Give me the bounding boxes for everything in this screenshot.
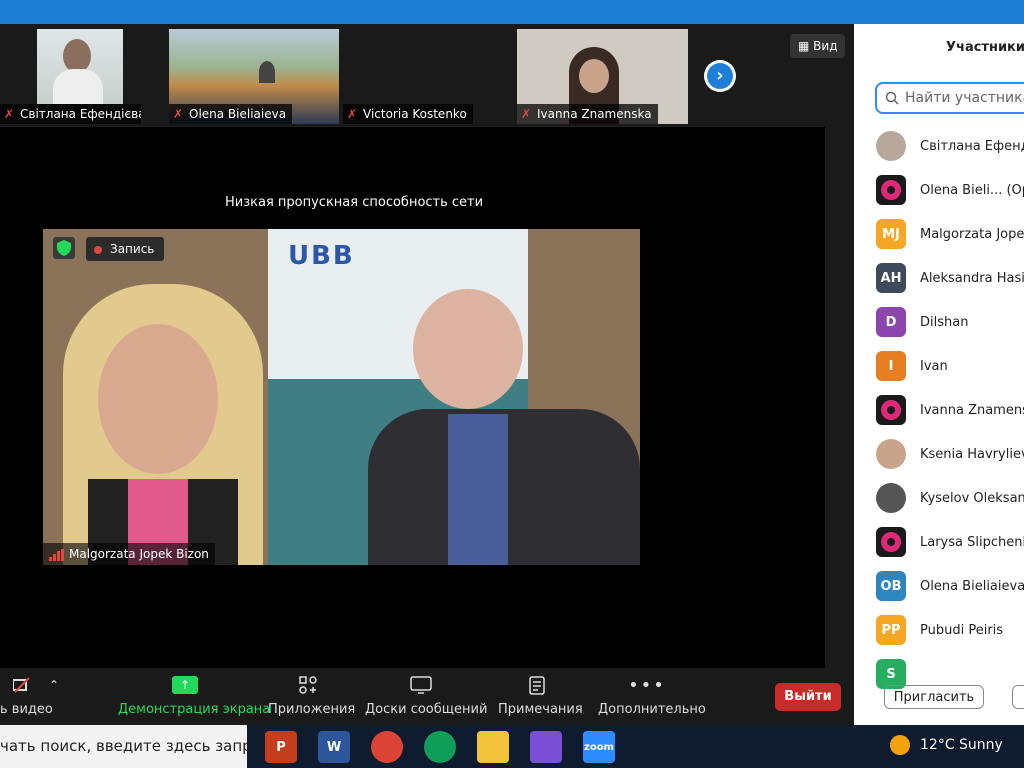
participant-row[interactable]: Kyselov Oleksanc [876, 476, 1024, 520]
windows-taskbar: чать поиск, введите здесь запрос P Wzoom … [0, 725, 1024, 768]
paint-icon[interactable] [530, 731, 562, 763]
participant-row[interactable]: Світлана Ефенді [876, 124, 1024, 168]
participant-name: Kyselov Oleksanc [920, 490, 1024, 506]
bandwidth-notice: Низкая пропускная способность сети [225, 195, 484, 210]
muted-mic-icon: ✗ [521, 107, 532, 121]
chevron-up-icon: ⌃ [48, 678, 60, 692]
powerpoint-icon[interactable]: P [265, 731, 297, 763]
participant-video [37, 29, 123, 104]
participant-name: Ivanna Znamensk [920, 402, 1024, 418]
invite-button[interactable]: Пригласить [884, 685, 984, 709]
video-off-icon [13, 677, 30, 693]
mute-all-button[interactable] [1012, 685, 1024, 709]
video-options-button[interactable]: ⌃ [46, 668, 62, 725]
next-page-button[interactable]: › [704, 60, 736, 92]
avatar: I [876, 351, 906, 381]
participant-row[interactable]: I Ivan [876, 344, 1024, 388]
avatar [876, 395, 906, 425]
zoom-icon[interactable]: zoom [583, 731, 615, 763]
participant-row[interactable]: OB Olena Bieliaieva [876, 564, 1024, 608]
participant-thumbnail[interactable]: ✗ Ivanna Znamenska [517, 29, 688, 124]
participant-search-input[interactable]: Найти участника [875, 82, 1024, 114]
avatar [876, 175, 906, 205]
chrome-icon[interactable] [371, 731, 403, 763]
participant-row[interactable]: D Dilshan [876, 300, 1024, 344]
view-button[interactable]: ▦ Вид [790, 34, 846, 58]
avatar: MJ [876, 219, 906, 249]
participants-title: Участники ( [946, 40, 1024, 55]
participant-thumbnail[interactable]: ✗ Olena Bieliaieva [169, 29, 339, 124]
participant-row[interactable]: MJ Malgorzata Jope [876, 212, 1024, 256]
video-button[interactable]: ь видео [0, 668, 53, 725]
avatar: D [876, 307, 906, 337]
participant-name: Larysa Slipchenko [920, 534, 1024, 550]
participant-list: Світлана Ефенді Olena Bieli... (Op MJ Malgo… [876, 124, 1024, 696]
muted-mic-icon: ✗ [4, 107, 15, 121]
notes-icon [529, 676, 545, 695]
chevron-right-icon: › [707, 63, 733, 89]
share-screen-button[interactable]: ↑ Демонстрация экрана [118, 668, 270, 725]
thumbnail-name: ✗ Victoria Kostenko [343, 104, 473, 124]
participant-name: Dilshan [920, 314, 969, 330]
participant-name: Pubudi Peiris [920, 622, 1004, 638]
sun-icon [890, 735, 910, 755]
participant-row[interactable]: Olena Bieli... (Op [876, 168, 1024, 212]
apps-button[interactable]: Приложения [268, 668, 355, 725]
participant-row[interactable]: Ksenia Havrylieva [876, 432, 1024, 476]
apps-icon [299, 676, 317, 694]
share-screen-icon: ↑ [172, 676, 198, 694]
recording-indicator[interactable]: Запись [86, 237, 165, 261]
record-dot-icon [94, 245, 102, 254]
participants-panel: Участники ( Найти участника Світлана Ефе… [854, 24, 1024, 725]
thumbnail-name: ✗ Ivanna Znamenska [517, 104, 658, 124]
leave-meeting-button[interactable]: Выйти [775, 683, 841, 711]
title-bar [0, 0, 1024, 24]
meeting-area: ✗ Світлана Ефендієва ✗ Olena Bieliaieva ✗ V… [0, 24, 854, 668]
participant-row[interactable]: PP Pubudi Peiris [876, 608, 1024, 652]
file-explorer-icon[interactable] [477, 731, 509, 763]
avatar [876, 527, 906, 557]
participant-row[interactable]: AH Aleksandra Hasic [876, 256, 1024, 300]
more-dots-icon: ••• [628, 674, 666, 696]
participant-row[interactable]: Ivanna Znamensk [876, 388, 1024, 432]
avatar [876, 439, 906, 469]
avatar: AH [876, 263, 906, 293]
participant-thumbnail[interactable]: ✗ Світлана Ефендієва [0, 29, 141, 124]
taskbar-search-input[interactable]: чать поиск, введите здесь запрос [0, 725, 247, 768]
participant-name: Olena Bieliaieva [920, 578, 1024, 594]
main-stage: Низкая пропускная способность сети UBB З… [0, 127, 825, 668]
participant-name: Ksenia Havrylieva [920, 446, 1024, 462]
active-speaker-video[interactable]: UBB Запись Malgorzata Jopek Bizon [43, 229, 640, 565]
participant-row[interactable]: Larysa Slipchenko [876, 520, 1024, 564]
participant-name: Olena Bieli... (Op [920, 182, 1024, 198]
avatar [876, 131, 906, 161]
word-icon[interactable]: W [318, 731, 350, 763]
encryption-shield-icon[interactable] [53, 237, 75, 259]
search-icon [885, 84, 899, 112]
participant-name: Ivan [920, 358, 948, 374]
ubb-banner-logo: UBB [288, 241, 355, 271]
meeting-toolbar: ь видео ⌃ ↑ Демонстрация экрана Приложен… [0, 668, 854, 725]
speaker-name-label: Malgorzata Jopek Bizon [43, 543, 215, 565]
participant-name: Aleksandra Hasic [920, 270, 1024, 286]
whiteboard-icon [410, 676, 432, 694]
muted-mic-icon: ✗ [347, 107, 358, 121]
participant-thumbnail[interactable]: ✗ Victoria Kostenko [343, 29, 513, 124]
chrome-profile-icon[interactable] [424, 731, 456, 763]
thumbnail-name: ✗ Світлана Ефендієва [0, 104, 141, 124]
participant-name: Світлана Ефенді [920, 138, 1024, 154]
more-button[interactable]: ••• Дополнительно [598, 668, 706, 725]
whiteboards-button[interactable]: Доски сообщений [365, 668, 487, 725]
weather-widget[interactable]: 12°C Sunny [890, 735, 1003, 755]
avatar: OB [876, 571, 906, 601]
muted-mic-icon: ✗ [173, 107, 184, 121]
avatar [876, 483, 906, 513]
thumbnail-name: ✗ Olena Bieliaieva [169, 104, 293, 124]
grid-icon: ▦ [798, 39, 814, 53]
participant-name: Malgorzata Jope [920, 226, 1024, 242]
signal-bars-icon [49, 548, 65, 561]
notes-button[interactable]: Примечания [498, 668, 583, 725]
avatar: PP [876, 615, 906, 645]
